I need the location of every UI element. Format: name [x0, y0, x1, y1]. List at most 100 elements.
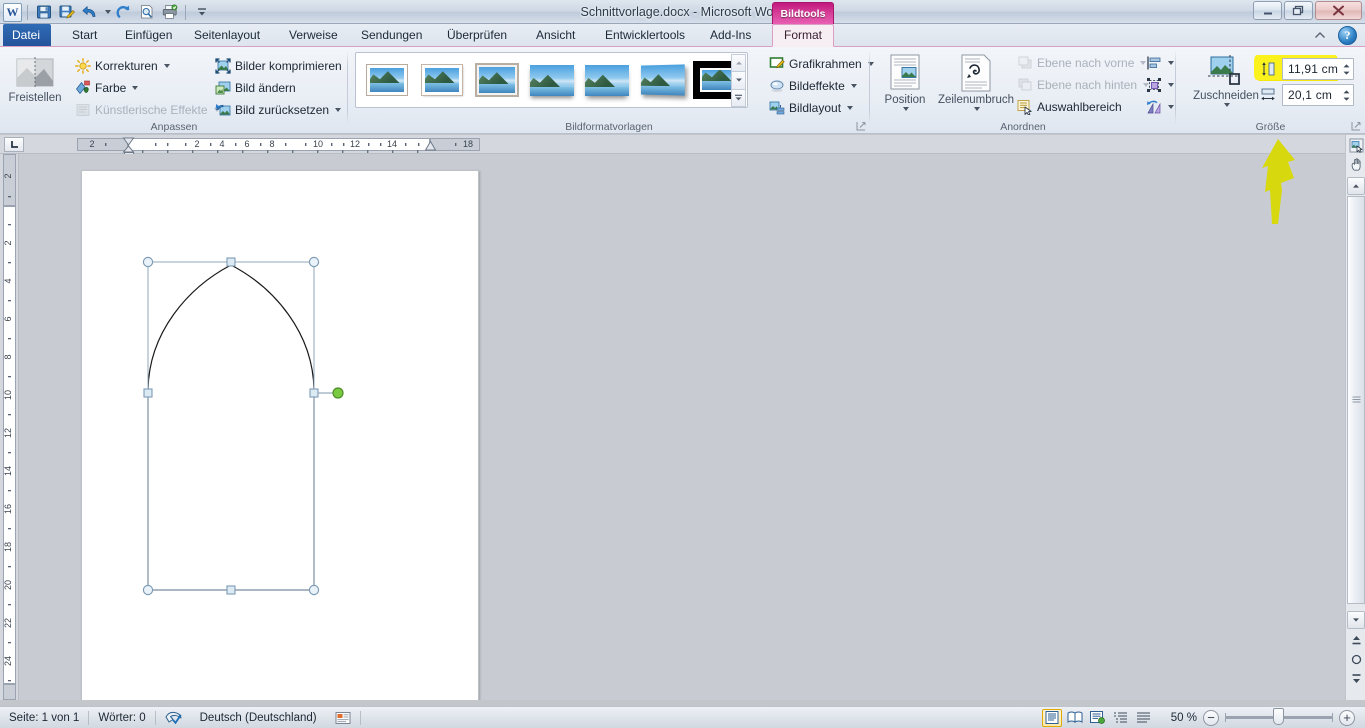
remove-background-button[interactable]: Freistellen: [6, 53, 64, 121]
zoom-slider[interactable]: − +: [1203, 708, 1365, 726]
shape-height-field[interactable]: 11,91 cm: [1282, 58, 1354, 80]
spell-check-icon[interactable]: [156, 707, 191, 728]
bildformatvorlagen-dialog-launcher[interactable]: [856, 121, 867, 132]
zoom-slider-handle[interactable]: [1273, 708, 1284, 725]
tab-format[interactable]: Format: [772, 24, 834, 47]
crop-button[interactable]: Zuschneiden: [1188, 51, 1264, 123]
browse-previous-icon[interactable]: [1348, 632, 1365, 649]
full-screen-reading-view-button[interactable]: [1065, 709, 1085, 727]
tab-ueberpruefen[interactable]: Überprüfen: [438, 24, 516, 47]
select-browse-object-icon[interactable]: [1348, 137, 1365, 154]
undo-dropdown-icon[interactable]: [102, 2, 111, 22]
ribbon-group-anordnen: Position Zeilenumbruch Ebene nach vorne …: [870, 47, 1176, 134]
shape-height-spinner[interactable]: [1339, 59, 1353, 79]
help-button[interactable]: ?: [1338, 26, 1357, 45]
undo-icon[interactable]: [79, 2, 100, 22]
shape-width-field[interactable]: 20,1 cm: [1282, 84, 1354, 106]
language-indicator[interactable]: Deutsch (Deutschland): [191, 707, 326, 728]
picture-style-option[interactable]: [360, 58, 413, 102]
vertical-ruler[interactable]: 2 2 4 6 8 10 12 14 16 18 20 22 24: [0, 154, 19, 700]
scroll-up-button[interactable]: [1347, 177, 1365, 195]
tab-entwicklertools[interactable]: Entwicklertools: [596, 24, 694, 47]
pan-hand-icon[interactable]: [1348, 156, 1365, 173]
tab-verweise[interactable]: Verweise: [280, 24, 347, 47]
picture-style-option[interactable]: [635, 58, 688, 102]
gallery-scroll-down-button[interactable]: [731, 71, 746, 90]
tab-seitenlayout[interactable]: Seitenlayout: [185, 24, 269, 47]
auswahlbereich-button[interactable]: Auswahlbereich: [1014, 96, 1125, 117]
bilder-komprimieren-button[interactable]: Bilder komprimieren: [212, 55, 345, 76]
selection-handle-top: [226, 257, 236, 267]
gallery-scroll-up-button[interactable]: [731, 54, 746, 73]
quick-print-icon[interactable]: [159, 2, 180, 22]
redo-icon[interactable]: [113, 2, 134, 22]
draft-view-button[interactable]: [1134, 709, 1154, 727]
tab-add-ins[interactable]: Add-Ins: [701, 24, 760, 47]
farbe-label: Farbe: [95, 80, 127, 95]
position-button[interactable]: Position: [878, 51, 932, 123]
web-layout-view-button[interactable]: [1088, 709, 1108, 727]
tab-ansicht[interactable]: Ansicht: [527, 24, 584, 47]
chevron-down-icon: [1168, 82, 1174, 87]
right-indent-marker[interactable]: [424, 140, 437, 155]
tab-datei[interactable]: Datei: [3, 24, 51, 47]
bildeffekte-button[interactable]: Bildeffekte: [766, 75, 860, 96]
picture-style-option[interactable]: [580, 58, 633, 102]
zoom-in-button[interactable]: +: [1339, 709, 1355, 726]
tab-start[interactable]: Start: [63, 24, 106, 47]
groesse-dialog-launcher[interactable]: [1351, 121, 1362, 132]
tab-sendungen[interactable]: Sendungen: [352, 24, 431, 47]
bild-zuruecksetzen-button[interactable]: Bild zurücksetzen: [212, 99, 344, 120]
close-button[interactable]: [1315, 1, 1362, 20]
collapse-ribbon-icon[interactable]: [1311, 27, 1329, 43]
align-button[interactable]: [1144, 52, 1176, 73]
text-wrapping-icon: [961, 54, 991, 92]
bildlayout-button[interactable]: Bildlayout: [766, 97, 856, 118]
horizontal-ruler[interactable]: 2 2 4 6 8 10 12 14 18: [0, 135, 1345, 159]
tab-einfuegen[interactable]: Einfügen: [116, 24, 181, 47]
chevron-down-icon: [903, 107, 909, 111]
save-as-icon[interactable]: [56, 2, 77, 22]
zoom-out-button[interactable]: −: [1203, 709, 1219, 726]
picture-style-option[interactable]: [470, 58, 523, 102]
gallery-more-button[interactable]: [731, 88, 746, 107]
shape-width-spinner[interactable]: [1339, 85, 1353, 105]
picture-style-option[interactable]: [525, 58, 578, 102]
svg-text:2: 2: [194, 139, 199, 149]
zoom-track[interactable]: [1225, 708, 1333, 725]
rotate-icon: [1146, 99, 1162, 115]
restore-button[interactable]: [1284, 1, 1313, 20]
scroll-down-button[interactable]: [1347, 611, 1365, 629]
outline-view-button[interactable]: [1111, 709, 1131, 727]
text-wrapping-button[interactable]: Zeilenumbruch: [934, 51, 1018, 123]
group-label-bildformatvorlagen: Bildformatvorlagen: [565, 121, 653, 133]
browse-next-icon[interactable]: [1348, 670, 1365, 687]
customize-qat-icon[interactable]: [191, 2, 212, 22]
contextual-tab-label: Bildtools: [772, 2, 834, 24]
bring-forward-icon: [1017, 55, 1033, 71]
page-info[interactable]: Seite: 1 von 1: [0, 707, 88, 728]
remove-background-label: Freistellen: [8, 92, 62, 104]
save-icon[interactable]: [33, 2, 54, 22]
print-preview-icon[interactable]: [136, 2, 157, 22]
send-backward-icon: [1017, 77, 1033, 93]
word-app-logo[interactable]: W: [3, 2, 22, 22]
picture-styles-gallery[interactable]: [355, 52, 748, 108]
gothic-arch-shape[interactable]: [109, 202, 509, 642]
korrekturen-button[interactable]: Korrekturen: [72, 55, 173, 76]
document-canvas[interactable]: [19, 154, 1345, 700]
picture-style-option[interactable]: [415, 58, 468, 102]
minimize-button[interactable]: [1253, 1, 1282, 20]
farbe-button[interactable]: Farbe: [72, 77, 141, 98]
select-browse-object-circle-icon[interactable]: [1348, 651, 1365, 668]
bild-aendern-button[interactable]: Bild ändern: [212, 77, 299, 98]
rotate-button[interactable]: [1144, 96, 1176, 117]
scrollbar-thumb[interactable]: [1347, 196, 1365, 604]
zoom-level[interactable]: 50 %: [1162, 707, 1203, 728]
print-layout-view-button[interactable]: [1041, 708, 1062, 727]
grafikrahmen-button[interactable]: Grafikrahmen: [766, 53, 877, 74]
word-count[interactable]: Wörter: 0: [89, 707, 154, 728]
record-macro-icon[interactable]: [326, 707, 360, 728]
group-button[interactable]: [1144, 74, 1176, 95]
vertical-scrollbar[interactable]: [1345, 135, 1365, 700]
